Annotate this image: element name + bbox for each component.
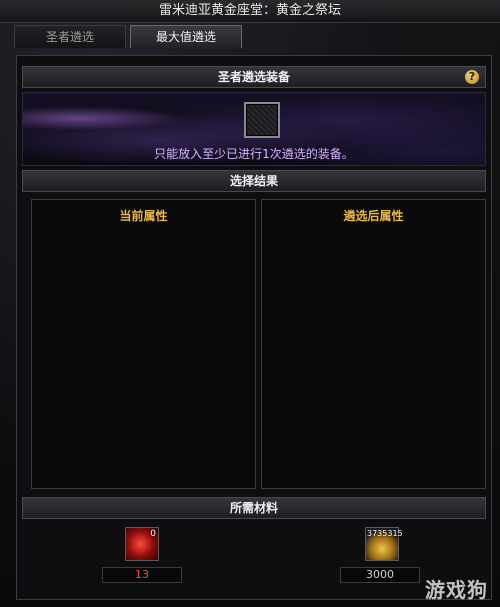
gold-coin-badge: 3735315 (367, 529, 403, 538)
result-section-title: 选择结果 (229, 174, 278, 188)
equipment-section-header: 圣者遴选装备 ? (22, 66, 486, 88)
watermark: 游戏狗 (425, 578, 488, 602)
window-title: 雷米迪亚黄金座堂：黄金之祭坛 (0, 0, 500, 23)
after-selection-attributes-title: 遴选后属性 (343, 209, 404, 223)
tab-bar: 圣者遴选 最大值遴选 (14, 25, 242, 49)
red-gem-icon[interactable]: 0 (125, 527, 159, 561)
red-gem-badge: 0 (150, 529, 156, 539)
after-selection-attributes-panel: 遴选后属性 (261, 199, 486, 489)
gold-coin-icon[interactable]: 3735315 (365, 527, 403, 561)
equipment-drop-area: 只能放入至少已进行1次遴选的装备。 (22, 92, 486, 166)
tab-max-value-selection[interactable]: 最大值遴选 (130, 25, 242, 48)
materials-section-title: 所需材料 (229, 501, 278, 515)
equipment-section-title: 圣者遴选装备 (217, 70, 290, 84)
materials-section-header: 所需材料 (22, 497, 486, 519)
equipment-hint: 只能放入至少已进行1次遴选的装备。 (154, 147, 354, 161)
selection-panel: 圣者遴选装备 ? 只能放入至少已进行1次遴选的装备。 选择结果 当前属性 遴选后… (16, 55, 492, 600)
current-attributes-panel: 当前属性 (31, 199, 256, 489)
red-gem-count: 13 (102, 567, 182, 583)
tab-saint-selection[interactable]: 圣者遴选 (14, 25, 126, 48)
equipment-slot[interactable] (244, 102, 280, 138)
current-attributes-title: 当前属性 (119, 209, 168, 223)
gold-coin-count: 3000 (340, 567, 420, 583)
help-icon[interactable]: ? (465, 70, 479, 84)
game-window: 雷米迪亚黄金座堂：黄金之祭坛 圣者遴选 最大值遴选 圣者遴选装备 ? 只能放入至… (0, 0, 500, 607)
result-section-header: 选择结果 (22, 170, 486, 192)
